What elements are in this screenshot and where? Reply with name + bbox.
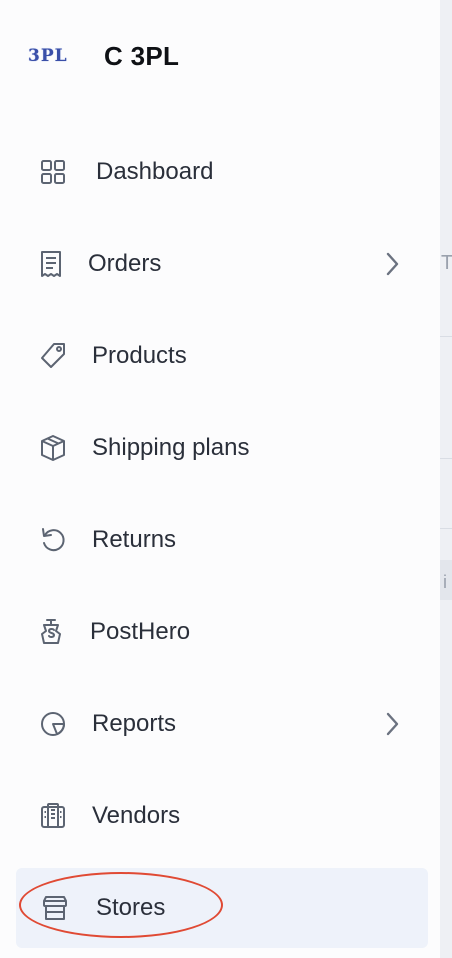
storefront-icon <box>40 893 70 923</box>
sidebar-item-label: Vendors <box>92 802 181 829</box>
sidebar-item-vendors[interactable]: Vendors <box>16 776 428 856</box>
chevron-right-icon[interactable] <box>382 710 402 738</box>
divider <box>440 458 452 459</box>
grid-icon <box>38 157 68 187</box>
sidebar-item-posthero[interactable]: PostHero <box>16 592 428 672</box>
sidebar-item-reports[interactable]: Reports <box>16 684 428 764</box>
receipt-icon <box>36 249 66 279</box>
sidebar-item-returns[interactable]: Returns <box>16 500 428 580</box>
main-content-edge: T i <box>440 0 452 958</box>
sidebar-item-label: Dashboard <box>96 158 214 185</box>
sidebar-item-orders[interactable]: Orders <box>16 224 428 304</box>
sidebar-item-stores[interactable]: Stores <box>16 868 428 948</box>
sidebar-item-label: Orders <box>88 250 162 277</box>
divider <box>440 528 452 529</box>
brand-name: C 3PL <box>104 40 180 71</box>
return-arrow-icon <box>38 525 68 555</box>
divider <box>440 336 452 337</box>
brand-header[interactable]: 3PL C 3PL <box>28 36 179 76</box>
vendors-building-icon <box>38 801 68 831</box>
sidebar-item-label: PostHero <box>90 618 191 645</box>
partial-text: i <box>443 572 447 592</box>
package-icon <box>38 433 68 463</box>
posthero-icon <box>36 617 66 647</box>
sidebar-item-label: Shipping plans <box>92 434 250 461</box>
chevron-right-icon[interactable] <box>382 250 402 278</box>
sidebar: 3PL C 3PL Dashboard Orders Products Ship… <box>0 0 440 958</box>
sidebar-item-products[interactable]: Products <box>16 316 428 396</box>
sidebar-item-label: Returns <box>92 526 177 553</box>
sidebar-item-dashboard[interactable]: Dashboard <box>16 132 428 212</box>
sidebar-item-label: Products <box>92 342 187 369</box>
sidebar-item-label: Reports <box>92 710 177 737</box>
pie-chart-icon <box>38 709 68 739</box>
tag-icon <box>38 341 68 371</box>
partial-text: T <box>441 252 452 274</box>
sidebar-item-label: Stores <box>96 894 166 921</box>
sidebar-item-shipping-plans[interactable]: Shipping plans <box>16 408 428 488</box>
brand-logo: 3PL <box>28 46 68 66</box>
